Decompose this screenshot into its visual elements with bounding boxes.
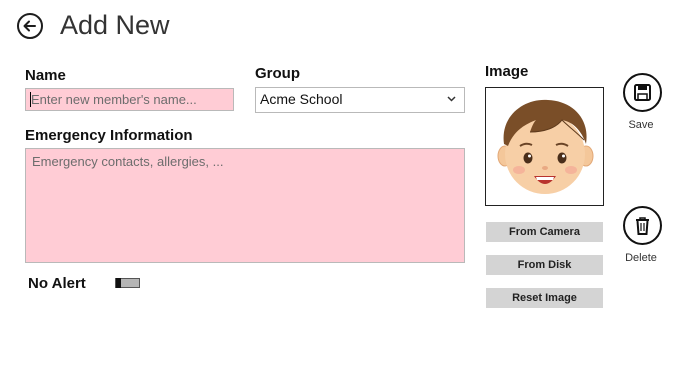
- delete-button[interactable]: [623, 206, 662, 245]
- save-caption: Save: [628, 119, 654, 131]
- page-title: Add New: [60, 10, 170, 40]
- emergency-info-field[interactable]: [25, 148, 465, 263]
- name-label: Name: [25, 67, 66, 84]
- emergency-label: Emergency Information: [25, 127, 193, 144]
- trash-can-icon: [636, 217, 649, 235]
- group-select[interactable]: Acme School: [255, 87, 465, 113]
- name-input[interactable]: [25, 88, 234, 111]
- back-button[interactable]: [17, 13, 43, 39]
- from-disk-button[interactable]: From Disk: [486, 255, 603, 275]
- back-arrow-icon: [23, 20, 36, 32]
- save-button[interactable]: [623, 73, 662, 112]
- reset-image-button[interactable]: Reset Image: [486, 288, 603, 308]
- member-image-frame: [485, 87, 604, 206]
- alert-toggle[interactable]: [115, 278, 140, 288]
- group-label: Group: [255, 65, 300, 82]
- image-label: Image: [485, 63, 529, 80]
- delete-caption: Delete: [625, 252, 657, 264]
- group-selected-value: Acme School: [260, 91, 343, 107]
- toggle-thumb: [116, 278, 121, 288]
- floppy-disk-icon: [634, 84, 651, 101]
- boy-avatar-image: [497, 99, 594, 194]
- alert-label: No Alert: [28, 275, 86, 292]
- chevron-down-icon: [447, 94, 456, 106]
- text-caret: [30, 92, 31, 107]
- from-camera-button[interactable]: From Camera: [486, 222, 603, 242]
